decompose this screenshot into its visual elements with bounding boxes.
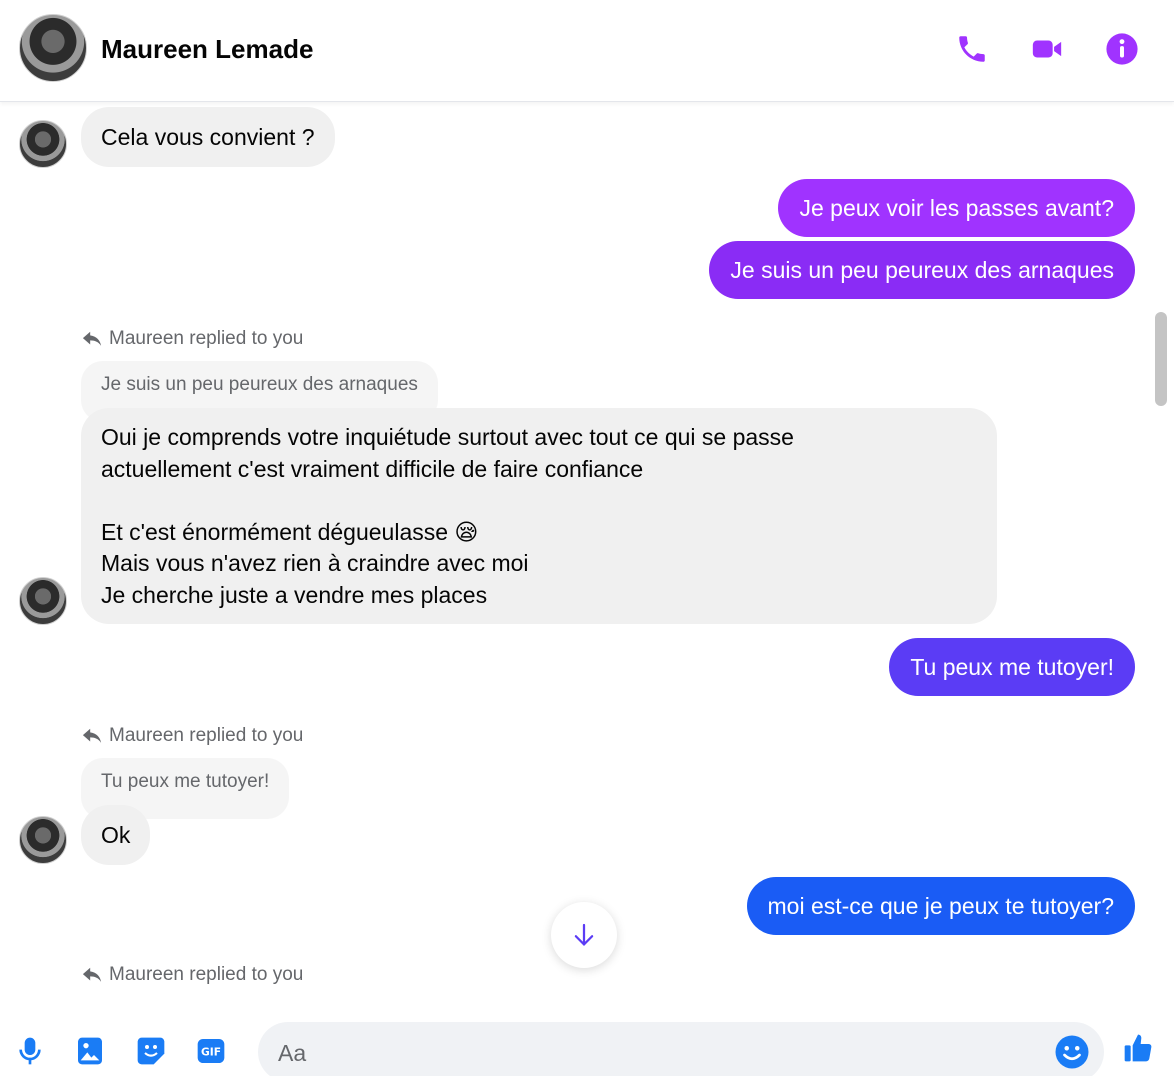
reply-arrow-icon — [82, 331, 102, 346]
message-input[interactable] — [278, 1036, 1038, 1070]
svg-text:GIF: GIF — [201, 1046, 221, 1059]
reply-label-text: Maureen replied to you — [109, 328, 304, 349]
info-icon[interactable] — [1103, 30, 1141, 68]
scrollbar-thumb[interactable] — [1155, 312, 1167, 406]
composer-bar: GIF — [0, 1000, 1174, 1076]
outgoing-message[interactable]: Je suis un peu peureux des arnaques — [709, 241, 1135, 299]
reply-indicator: Maureen replied to you — [81, 725, 303, 747]
thumbs-up-icon[interactable] — [1120, 1030, 1156, 1066]
reply-indicator: Maureen replied to you — [81, 328, 303, 350]
chat-header: Maureen Lemade — [0, 0, 1174, 102]
emoji-icon[interactable] — [1054, 1034, 1090, 1070]
sender-avatar[interactable] — [19, 577, 67, 625]
gif-icon[interactable]: GIF — [193, 1033, 229, 1069]
outgoing-message[interactable]: Je peux voir les passes avant? — [778, 179, 1135, 237]
incoming-message[interactable]: Oui je comprends votre inquiétude surtou… — [81, 408, 997, 624]
incoming-message[interactable]: Cela vous convient ? — [81, 107, 335, 167]
sender-avatar[interactable] — [19, 816, 67, 864]
image-icon[interactable] — [72, 1033, 108, 1069]
reply-arrow-icon — [82, 967, 102, 982]
contact-avatar[interactable] — [19, 14, 87, 82]
phone-icon[interactable] — [953, 30, 991, 68]
video-camera-icon[interactable] — [1028, 30, 1066, 68]
incoming-message[interactable]: Ok — [81, 805, 151, 865]
reply-label-text: Maureen replied to you — [109, 964, 304, 985]
reply-label-text: Maureen replied to you — [109, 725, 304, 746]
reply-arrow-icon — [82, 728, 102, 743]
outgoing-message[interactable]: moi est-ce que je peux te tutoyer? — [746, 877, 1135, 935]
arrow-down-icon — [574, 923, 594, 946]
sticker-icon[interactable] — [133, 1033, 169, 1069]
message-input-container — [258, 1022, 1104, 1076]
microphone-icon[interactable] — [12, 1033, 48, 1069]
outgoing-message[interactable]: Tu peux me tutoyer! — [889, 638, 1135, 696]
message-list[interactable]: Cela vous convient ? Je peux voir les pa… — [0, 102, 1174, 1000]
scroll-to-bottom-button[interactable] — [551, 902, 617, 968]
reply-indicator: Maureen replied to you — [81, 964, 303, 986]
sender-avatar[interactable] — [19, 120, 67, 168]
contact-name[interactable]: Maureen Lemade — [101, 34, 313, 65]
